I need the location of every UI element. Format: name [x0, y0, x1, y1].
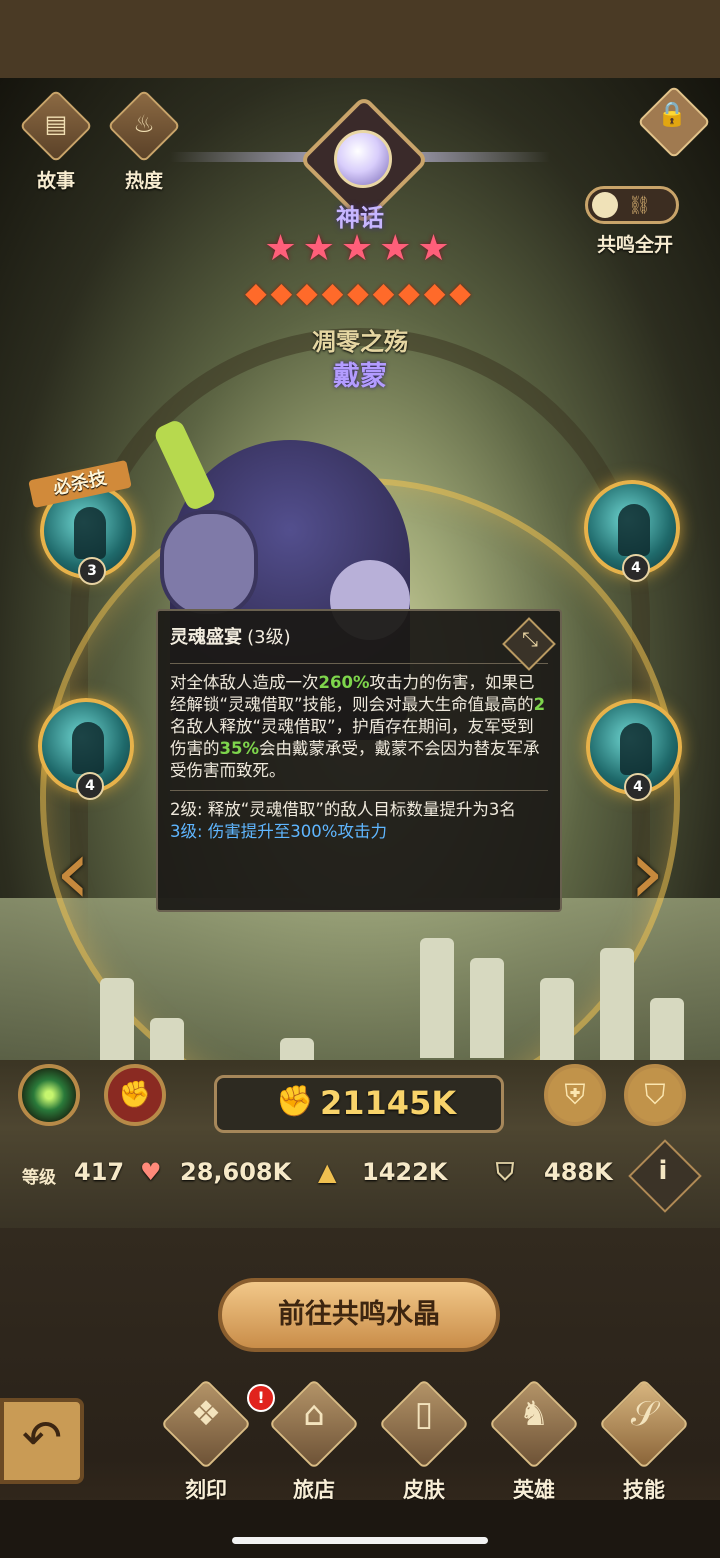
back-arrow-icon: ↶ [21, 1410, 63, 1466]
inn-icon: ⌂ [303, 1394, 325, 1434]
skill-figure-icon [618, 504, 650, 556]
top-banner [0, 0, 720, 78]
resonance-toggle[interactable]: ⛓ [585, 186, 679, 224]
skill-figure-icon [74, 507, 106, 559]
tooltip-level3-upgrade: 3级: 伤害提升至300%攻击力 [170, 822, 387, 841]
skill-figure-icon [72, 722, 104, 774]
guardian-emblem-button[interactable]: ⛨ [544, 1064, 606, 1126]
skill-level-badge: 4 [624, 773, 652, 801]
armor-icon: ⛉ [496, 1158, 514, 1186]
popularity-button[interactable]: ♨ 热度 [107, 89, 181, 193]
nav-heroes[interactable]: ♞ 英雄 [484, 1378, 584, 1504]
nav-skins[interactable]: ▯ 皮肤 [374, 1378, 474, 1504]
popularity-label: 热度 [124, 170, 163, 192]
tooltip-level: (3级) [247, 627, 291, 648]
knight-icon: ♞ [518, 1394, 550, 1434]
skill-level-badge: 4 [622, 554, 650, 582]
skill-level-badge: 3 [78, 557, 106, 585]
tooltip-divider [170, 790, 548, 791]
crystal-gem-icon [334, 130, 392, 188]
skill-scroll-icon: 𝒮 [630, 1394, 658, 1434]
hp-value: 28,608K [180, 1158, 292, 1186]
chain-icon: ⛓ [628, 195, 651, 216]
tooltip-title: 灵魂盛宴 [170, 627, 242, 648]
tooltip-level2-upgrade: 2级: 释放“灵魂借取”的敌人目标数量提升为3名 [170, 800, 516, 819]
shirt-icon [592, 192, 618, 218]
fist-class-button[interactable]: ✊ [104, 1064, 166, 1126]
shield-button[interactable]: ⛉ [624, 1064, 686, 1126]
flame-icon: ♨ [133, 110, 155, 138]
previous-hero-arrow-icon[interactable]: ‹ [38, 818, 108, 928]
eye-icon[interactable] [18, 1064, 80, 1126]
story-button[interactable]: ▤ 故事 [19, 89, 93, 193]
hero-skull [160, 510, 258, 618]
nav-inn[interactable]: ⌂ 旅店 [264, 1378, 364, 1504]
skill-3[interactable]: 4 [584, 480, 680, 582]
shield-emblem-icon: ⛨ [564, 1078, 586, 1111]
level-value: 417 [74, 1158, 125, 1186]
ascension-gems: ◆◆◆◆◆◆◆◆◆ [245, 276, 475, 309]
hero-name: 戴蒙 [333, 361, 387, 392]
heart-icon: ♥ [140, 1158, 162, 1186]
tooltip-description: 对全体敌人造成一次260%攻击力的伤害，如果已经解锁“灵魂借取”技能，则会对最大… [170, 672, 548, 782]
fist-power-icon: ✊ [276, 1084, 314, 1119]
rune-icon: ❖ [190, 1394, 222, 1434]
desc-highlight: 2 [533, 695, 546, 714]
next-hero-arrow-icon[interactable]: › [612, 818, 682, 928]
attack-value: 1422K [362, 1158, 448, 1186]
collapse-arrows-icon: ⤡ [522, 627, 538, 651]
hero-faction: 凋零之殇 [312, 328, 408, 356]
skill-4[interactable]: 4 [586, 699, 682, 801]
defense-value: 488K [544, 1158, 613, 1186]
attack-icon: ▲ [318, 1158, 337, 1186]
skill-figure-icon [620, 723, 652, 775]
power-value: 21145K [320, 1084, 457, 1122]
nav-engrave[interactable]: ❖ 刻印 [156, 1378, 256, 1504]
goto-resonance-crystal-button[interactable]: 前往共鸣水晶 [218, 1278, 500, 1352]
candle [470, 958, 504, 1058]
lock-icon: 🔒 [657, 100, 687, 128]
resonance-label: 共鸣全开 [596, 234, 673, 256]
skill-tooltip: 灵魂盛宴 (3级) ⤡ 对全体敌人造成一次260%攻击力的伤害，如果已经解锁“灵… [156, 609, 562, 912]
home-indicator[interactable] [232, 1537, 488, 1544]
tooltip-divider [170, 663, 548, 664]
desc-text: 对全体敌人造成一次 [170, 673, 319, 692]
desc-highlight: 35% [219, 739, 260, 758]
story-label: 故事 [36, 170, 75, 192]
candle [420, 938, 454, 1058]
info-icon: i [658, 1156, 668, 1186]
book-icon: ▤ [44, 110, 68, 138]
home-bar [0, 1500, 720, 1558]
nav-skills[interactable]: 𝒮 技能 [594, 1378, 694, 1504]
tooltip-header: 灵魂盛宴 (3级) [170, 623, 548, 663]
skill-2[interactable]: 4 [38, 698, 134, 800]
wardrobe-icon: ▯ [414, 1394, 434, 1434]
skill-level-badge: 4 [76, 772, 104, 800]
desc-highlight: 260% [318, 673, 370, 692]
back-button[interactable]: ↶ [0, 1398, 84, 1484]
fist-icon: ✊ [118, 1080, 152, 1110]
shield-icon: ⛉ [644, 1078, 666, 1111]
level-label: 等级 [22, 1168, 56, 1188]
